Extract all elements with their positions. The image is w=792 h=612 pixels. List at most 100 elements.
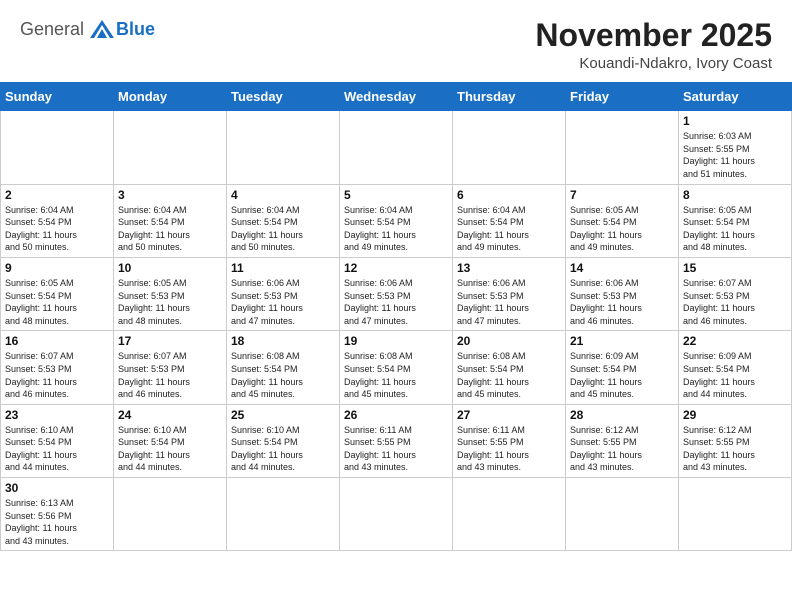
calendar-cell	[340, 478, 453, 551]
day-info: Sunrise: 6:07 AM Sunset: 5:53 PM Dayligh…	[5, 350, 109, 400]
day-number: 10	[118, 261, 222, 275]
calendar-cell	[453, 478, 566, 551]
day-number: 25	[231, 408, 335, 422]
calendar-cell: 12 Sunrise: 6:06 AM Sunset: 5:53 PM Dayli…	[340, 257, 453, 330]
calendar-cell	[453, 111, 566, 184]
calendar-cell: 15Sunrise: 6:07 AM Sunset: 5:53 PM Dayli…	[679, 257, 792, 330]
day-number: 19	[344, 334, 448, 348]
logo: General Blue	[20, 18, 155, 40]
calendar-cell: 11 Sunrise: 6:06 AM Sunset: 5:53 PM Dayli…	[227, 257, 340, 330]
day-info: Sunrise: 6:09 AM Sunset: 5:54 PM Dayligh…	[570, 350, 674, 400]
calendar-cell: 17Sunrise: 6:07 AM Sunset: 5:53 PM Dayli…	[114, 331, 227, 404]
day-info: Sunrise: 6:10 AM Sunset: 5:54 PM Dayligh…	[118, 424, 222, 474]
calendar-cell	[679, 478, 792, 551]
calendar-cell: 19 Sunrise: 6:08 AM Sunset: 5:54 PM Dayli…	[340, 331, 453, 404]
page: General Blue November 2025 Kouandi-Ndakr…	[0, 0, 792, 612]
calendar-cell	[566, 478, 679, 551]
weekday-row: SundayMondayTuesdayWednesdayThursdayFrid…	[1, 83, 792, 111]
calendar-cell: 2 Sunrise: 6:04 AM Sunset: 5:54 PM Daylig…	[1, 184, 114, 257]
calendar-cell: 1Sunrise: 6:03 AM Sunset: 5:55 PM Daylig…	[679, 111, 792, 184]
day-number: 9	[5, 261, 109, 275]
calendar-cell: 25 Sunrise: 6:10 AM Sunset: 5:54 PM Dayli…	[227, 404, 340, 477]
month-year-title: November 2025	[535, 18, 772, 53]
day-number: 5	[344, 188, 448, 202]
day-info: Sunrise: 6:04 AM Sunset: 5:54 PM Dayligh…	[457, 204, 561, 254]
logo-blue-text: Blue	[116, 19, 155, 40]
day-info: Sunrise: 6:06 AM Sunset: 5:53 PM Dayligh…	[570, 277, 674, 327]
day-number: 26	[344, 408, 448, 422]
day-number: 3	[118, 188, 222, 202]
day-number: 12	[344, 261, 448, 275]
day-number: 20	[457, 334, 561, 348]
calendar-cell: 3 Sunrise: 6:04 AM Sunset: 5:54 PM Daylig…	[114, 184, 227, 257]
calendar-cell: 9 Sunrise: 6:05 AM Sunset: 5:54 PM Daylig…	[1, 257, 114, 330]
day-info: Sunrise: 6:05 AM Sunset: 5:53 PM Dayligh…	[118, 277, 222, 327]
day-number: 16	[5, 334, 109, 348]
calendar-cell: 21 Sunrise: 6:09 AM Sunset: 5:54 PM Dayli…	[566, 331, 679, 404]
calendar-cell	[227, 478, 340, 551]
day-info: Sunrise: 6:04 AM Sunset: 5:54 PM Dayligh…	[118, 204, 222, 254]
day-info: Sunrise: 6:11 AM Sunset: 5:55 PM Dayligh…	[457, 424, 561, 474]
calendar-week-row: 2 Sunrise: 6:04 AM Sunset: 5:54 PM Daylig…	[1, 184, 792, 257]
weekday-header-thursday: Thursday	[453, 83, 566, 111]
day-info: Sunrise: 6:05 AM Sunset: 5:54 PM Dayligh…	[5, 277, 109, 327]
day-info: Sunrise: 6:09 AM Sunset: 5:54 PM Dayligh…	[683, 350, 787, 400]
calendar-cell: 24Sunrise: 6:10 AM Sunset: 5:54 PM Dayli…	[114, 404, 227, 477]
day-number: 13	[457, 261, 561, 275]
day-info: Sunrise: 6:04 AM Sunset: 5:54 PM Dayligh…	[231, 204, 335, 254]
day-info: Sunrise: 6:11 AM Sunset: 5:55 PM Dayligh…	[344, 424, 448, 474]
day-number: 21	[570, 334, 674, 348]
day-number: 6	[457, 188, 561, 202]
calendar-cell: 13 Sunrise: 6:06 AM Sunset: 5:53 PM Dayli…	[453, 257, 566, 330]
day-info: Sunrise: 6:13 AM Sunset: 5:56 PM Dayligh…	[5, 497, 109, 547]
header: General Blue November 2025 Kouandi-Ndakr…	[0, 0, 792, 82]
calendar-cell: 23Sunrise: 6:10 AM Sunset: 5:54 PM Dayli…	[1, 404, 114, 477]
day-info: Sunrise: 6:07 AM Sunset: 5:53 PM Dayligh…	[118, 350, 222, 400]
day-number: 14	[570, 261, 674, 275]
day-info: Sunrise: 6:08 AM Sunset: 5:54 PM Dayligh…	[344, 350, 448, 400]
day-info: Sunrise: 6:03 AM Sunset: 5:55 PM Dayligh…	[683, 130, 787, 180]
day-info: Sunrise: 6:05 AM Sunset: 5:54 PM Dayligh…	[683, 204, 787, 254]
weekday-header-tuesday: Tuesday	[227, 83, 340, 111]
calendar-cell	[114, 478, 227, 551]
calendar-week-row: 30 Sunrise: 6:13 AM Sunset: 5:56 PM Dayli…	[1, 478, 792, 551]
day-number: 7	[570, 188, 674, 202]
calendar-cell	[114, 111, 227, 184]
calendar-header: SundayMondayTuesdayWednesdayThursdayFrid…	[1, 83, 792, 111]
day-number: 2	[5, 188, 109, 202]
day-number: 18	[231, 334, 335, 348]
calendar-cell: 10 Sunrise: 6:05 AM Sunset: 5:53 PM Dayli…	[114, 257, 227, 330]
title-block: November 2025 Kouandi-Ndakro, Ivory Coas…	[535, 18, 772, 72]
calendar-cell: 8 Sunrise: 6:05 AM Sunset: 5:54 PM Daylig…	[679, 184, 792, 257]
day-number: 29	[683, 408, 787, 422]
weekday-header-monday: Monday	[114, 83, 227, 111]
calendar-week-row: 9 Sunrise: 6:05 AM Sunset: 5:54 PM Daylig…	[1, 257, 792, 330]
calendar-cell: 4 Sunrise: 6:04 AM Sunset: 5:54 PM Daylig…	[227, 184, 340, 257]
day-number: 4	[231, 188, 335, 202]
calendar-cell: 30 Sunrise: 6:13 AM Sunset: 5:56 PM Dayli…	[1, 478, 114, 551]
calendar-cell: 14 Sunrise: 6:06 AM Sunset: 5:53 PM Dayli…	[566, 257, 679, 330]
calendar-cell	[227, 111, 340, 184]
weekday-header-wednesday: Wednesday	[340, 83, 453, 111]
weekday-header-saturday: Saturday	[679, 83, 792, 111]
day-number: 11	[231, 261, 335, 275]
day-info: Sunrise: 6:10 AM Sunset: 5:54 PM Dayligh…	[5, 424, 109, 474]
calendar-cell: 26 Sunrise: 6:11 AM Sunset: 5:55 PM Dayli…	[340, 404, 453, 477]
weekday-header-friday: Friday	[566, 83, 679, 111]
day-info: Sunrise: 6:10 AM Sunset: 5:54 PM Dayligh…	[231, 424, 335, 474]
calendar-week-row: 1Sunrise: 6:03 AM Sunset: 5:55 PM Daylig…	[1, 111, 792, 184]
day-number: 30	[5, 481, 109, 495]
day-info: Sunrise: 6:06 AM Sunset: 5:53 PM Dayligh…	[457, 277, 561, 327]
calendar-cell	[566, 111, 679, 184]
day-number: 27	[457, 408, 561, 422]
day-number: 8	[683, 188, 787, 202]
day-info: Sunrise: 6:06 AM Sunset: 5:53 PM Dayligh…	[231, 277, 335, 327]
day-info: Sunrise: 6:06 AM Sunset: 5:53 PM Dayligh…	[344, 277, 448, 327]
day-info: Sunrise: 6:04 AM Sunset: 5:54 PM Dayligh…	[5, 204, 109, 254]
calendar-body: 1Sunrise: 6:03 AM Sunset: 5:55 PM Daylig…	[1, 111, 792, 551]
calendar-cell: 20Sunrise: 6:08 AM Sunset: 5:54 PM Dayli…	[453, 331, 566, 404]
calendar-cell: 29Sunrise: 6:12 AM Sunset: 5:55 PM Dayli…	[679, 404, 792, 477]
logo-icon	[88, 18, 116, 40]
calendar-cell: 16 Sunrise: 6:07 AM Sunset: 5:53 PM Dayli…	[1, 331, 114, 404]
day-number: 22	[683, 334, 787, 348]
